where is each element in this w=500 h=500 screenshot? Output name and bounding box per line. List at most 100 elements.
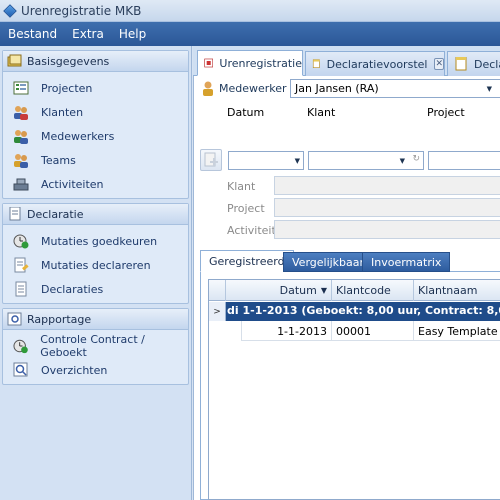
column-header-klantnaam[interactable]: Klantnaam bbox=[414, 280, 500, 301]
employee-value: Jan Jansen (RA) bbox=[295, 82, 379, 95]
add-icon bbox=[204, 152, 218, 167]
tab-label: Geregistreerd bbox=[209, 254, 285, 268]
klant-readonly-field bbox=[274, 176, 500, 195]
sidebar-item-medewerkers[interactable]: Medewerkers bbox=[3, 124, 188, 148]
klant-label: Klant bbox=[307, 106, 336, 119]
project-readonly-field bbox=[274, 198, 500, 217]
tab-label: Decla bbox=[474, 57, 500, 71]
group-row-text: di 1-1-2013 (Geboekt: 8,00 uur, Contract… bbox=[227, 304, 500, 317]
employee-icon bbox=[203, 81, 213, 96]
document-icon bbox=[15, 281, 27, 297]
datum-label: Datum bbox=[227, 106, 265, 119]
sidebar-item-label: Mutaties declareren bbox=[41, 258, 151, 272]
chevron-down-icon: ▼ bbox=[399, 157, 405, 165]
tab-vergelijkbaar[interactable]: Vergelijkbaar bbox=[283, 252, 374, 272]
chevron-down-icon: ▼ bbox=[486, 85, 492, 93]
document-icon bbox=[312, 59, 320, 68]
employee-row: Medewerker bbox=[200, 80, 287, 96]
tab-label: Urenregistratie bbox=[219, 56, 302, 70]
sidebar-item-mutaties-declareren[interactable]: Mutaties declareren bbox=[3, 253, 188, 277]
add-entry-button[interactable] bbox=[200, 149, 222, 171]
section-rapportage: Rapportage Controle Contract / Geboekt O… bbox=[2, 308, 189, 385]
clock-check-icon bbox=[13, 339, 28, 354]
sidebar-item-overzichten[interactable]: Overzichten bbox=[3, 358, 188, 382]
cell-klantnaam: Easy Template bbox=[418, 324, 498, 338]
title-bar: Urenregistratie MKB bbox=[0, 0, 500, 22]
tab-geregistreerd[interactable]: Geregistreerd bbox=[200, 250, 294, 272]
tab-declaraties[interactable]: Decla bbox=[447, 51, 500, 76]
section-title: Declaratie bbox=[27, 207, 84, 221]
grid-header: Datum ▼ Klantcode Klantnaam bbox=[209, 280, 500, 301]
tab-label: Invoermatrix bbox=[371, 255, 442, 269]
menu-extra-label: Extra bbox=[72, 27, 104, 41]
sidebar-item-label: Declaraties bbox=[41, 282, 104, 296]
sidebar-item-label: Mutaties goedkeuren bbox=[41, 234, 158, 248]
sidebar-item-controle-contract[interactable]: Controle Contract / Geboekt bbox=[3, 333, 188, 359]
sidebar-item-declaraties[interactable]: Declaraties bbox=[3, 277, 188, 301]
section-header-basisgegevens[interactable]: Basisgegevens bbox=[3, 51, 188, 72]
users-icon bbox=[14, 130, 28, 144]
project-grey-label: Project bbox=[227, 202, 265, 215]
sidebar-item-activiteiten[interactable]: Activiteiten bbox=[3, 172, 188, 196]
registration-grid: Datum ▼ Klantcode Klantnaam di 1-1-2013 … bbox=[208, 279, 500, 500]
refresh-icon[interactable]: ↻ bbox=[412, 154, 420, 164]
section-declaratie: Declaratie Mutaties goedkeuren Mutaties … bbox=[2, 203, 189, 304]
tab-urenregistratie[interactable]: Urenregistratie bbox=[197, 50, 303, 76]
document-icon bbox=[455, 57, 467, 71]
sidebar-item-klanten[interactable]: Klanten bbox=[3, 100, 188, 124]
sidebar-item-label: Controle Contract / Geboekt bbox=[40, 333, 145, 359]
menu-help[interactable]: Help bbox=[111, 27, 153, 41]
klant-grey-label: Klant bbox=[227, 180, 256, 193]
column-header-datum[interactable]: Datum ▼ bbox=[226, 280, 332, 301]
employee-select[interactable]: Jan Jansen (RA) ▼ bbox=[290, 79, 500, 98]
sidebar-item-label: Teams bbox=[41, 153, 76, 167]
sort-desc-icon: ▼ bbox=[320, 286, 327, 295]
sidebar-item-label: Medewerkers bbox=[41, 129, 115, 143]
sidebar-item-label: Klanten bbox=[41, 105, 84, 119]
sidebar-item-teams[interactable]: Teams bbox=[3, 148, 188, 172]
column-label: Datum bbox=[279, 284, 317, 297]
close-icon[interactable]: ✕ bbox=[434, 58, 444, 70]
grid-corner bbox=[209, 280, 226, 301]
sidebar-item-label: Overzichten bbox=[41, 363, 108, 377]
sidebar-item-label: Activiteiten bbox=[41, 177, 104, 191]
tools-icon bbox=[13, 178, 29, 191]
tab-label: Vergelijkbaar bbox=[292, 255, 365, 269]
section-header-declaratie[interactable]: Declaratie bbox=[3, 204, 188, 225]
edit-document-icon bbox=[14, 257, 29, 273]
report-icon bbox=[7, 312, 22, 326]
table-row[interactable]: 1-1-2013 00001 Easy Template bbox=[209, 321, 500, 341]
users-icon bbox=[14, 106, 28, 120]
cell-klantcode: 00001 bbox=[332, 321, 414, 341]
sidebar-item-mutaties-goedkeuren[interactable]: Mutaties goedkeuren bbox=[3, 229, 188, 253]
employee-label: Medewerker bbox=[219, 81, 287, 95]
cell-datum: 1-1-2013 bbox=[243, 321, 332, 341]
group-row[interactable]: di 1-1-2013 (Geboekt: 8,00 uur, Contract… bbox=[209, 302, 500, 321]
main-area: Urenregistratie Declaratievoorstel ✕ Dec… bbox=[193, 46, 500, 500]
sidebar: Basisgegevens Projecten Klanten Medewerk… bbox=[0, 46, 192, 500]
column-label: Klantcode bbox=[336, 284, 391, 297]
klant-input[interactable]: ▼ ↻ bbox=[308, 151, 424, 170]
document-icon bbox=[9, 207, 21, 221]
menu-extra[interactable]: Extra bbox=[64, 27, 111, 41]
sidebar-item-projecten[interactable]: Projecten bbox=[3, 76, 188, 100]
approve-clock-icon bbox=[13, 234, 29, 249]
datum-input[interactable]: ▼ bbox=[228, 151, 304, 170]
tab-invoermatrix[interactable]: Invoermatrix bbox=[362, 252, 451, 272]
row-indent bbox=[209, 321, 242, 341]
section-title: Basisgegevens bbox=[27, 54, 110, 68]
section-title: Rapportage bbox=[27, 312, 92, 326]
sidebar-item-label: Projecten bbox=[41, 81, 93, 95]
menu-bestand[interactable]: Bestand bbox=[0, 27, 64, 41]
column-header-klantcode[interactable]: Klantcode bbox=[332, 280, 414, 301]
project-input[interactable] bbox=[428, 151, 500, 170]
section-header-rapportage[interactable]: Rapportage bbox=[3, 309, 188, 330]
tab-declaratievoorstel[interactable]: Declaratievoorstel ✕ bbox=[305, 51, 445, 76]
menu-bestand-label: Bestand bbox=[8, 27, 58, 41]
activiteit-grey-label: Activiteit bbox=[227, 224, 276, 237]
book-icon bbox=[7, 54, 22, 67]
app-icon bbox=[3, 3, 17, 18]
menu-bar: Bestand Extra Help bbox=[0, 22, 500, 46]
tab-label: Declaratievoorstel bbox=[326, 57, 428, 71]
team-icon bbox=[14, 154, 28, 168]
